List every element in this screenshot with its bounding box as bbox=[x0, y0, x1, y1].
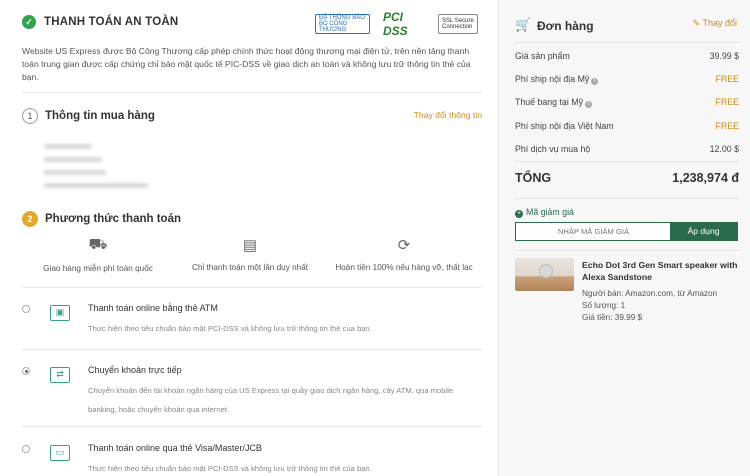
feature-free-shipping: ⛟ Giao hàng miễn phí toàn quốc bbox=[43, 236, 153, 273]
divider bbox=[515, 42, 739, 43]
security-badges: ĐÃ THÔNG BÁO BỘ CÔNG THƯƠNG PCI DSS SSL … bbox=[315, 10, 478, 38]
info-icon[interactable]: i bbox=[584, 101, 592, 108]
atm-card-icon: ▣ bbox=[50, 305, 70, 321]
checkout-panel: ✓ THANH TOÁN AN TOÀN ĐÃ THÔNG BÁO BỘ CÔN… bbox=[0, 0, 498, 476]
product-seller: Người bán: Amazon.com, từ Amazon bbox=[582, 289, 718, 298]
order-summary-panel: 🛒 Đơn hàng ✎ Thay đổi Giá sản phẩm 39.99… bbox=[498, 0, 750, 476]
payment-option-desc: Chuyển khoản đến tài khoản ngân hàng của… bbox=[88, 386, 454, 414]
total-label: TỔNG bbox=[515, 171, 552, 185]
row-value: 12.00 $ bbox=[709, 144, 739, 154]
row-value: 39.99 $ bbox=[709, 51, 739, 61]
refund-icon: ⟳ bbox=[397, 237, 411, 254]
truck-icon: ⛟ bbox=[88, 236, 108, 253]
plus-icon: + bbox=[515, 210, 523, 218]
row-value: FREE bbox=[715, 97, 739, 107]
safe-payment-description: Website US Express được Bộ Công Thương c… bbox=[22, 46, 471, 82]
divider bbox=[22, 426, 482, 427]
feature-pay-once: ▤ Chỉ thanh toán một lần duy nhất bbox=[191, 237, 309, 272]
redacted-buyer-info bbox=[44, 144, 148, 196]
check-circle-icon: ✓ bbox=[22, 15, 36, 29]
cart-icon: 🛒 bbox=[515, 17, 532, 32]
row-label: Phí dịch vụ mua hộ bbox=[515, 144, 591, 154]
bct-registered-badge: ĐÃ THÔNG BÁO BỘ CÔNG THƯƠNG bbox=[315, 14, 370, 34]
safe-payment-title: THANH TOÁN AN TOÀN bbox=[44, 16, 179, 28]
payment-option-atm[interactable]: ▣ Thanh toán online bằng thẻ ATM Thực hi… bbox=[22, 303, 482, 339]
divider bbox=[22, 349, 482, 350]
coupon-input[interactable] bbox=[516, 223, 671, 240]
row-value: FREE bbox=[715, 121, 739, 131]
apply-coupon-button[interactable]: Áp dụng bbox=[670, 223, 737, 240]
payment-option-title: Chuyển khoản trực tiếp bbox=[88, 365, 182, 375]
step-number: 1 bbox=[22, 108, 38, 124]
pci-dss-badge: PCI DSS bbox=[380, 10, 428, 38]
product-quantity: Số lượng: 1 bbox=[582, 301, 626, 310]
coupon-link-label: Mã giảm giá bbox=[526, 207, 574, 217]
divider bbox=[22, 287, 482, 288]
price-row-us-tax: Thuế bang tại Mỹ i FREE bbox=[515, 97, 739, 108]
product-price: Giá tiền: 39.99 $ bbox=[582, 313, 643, 322]
payment-option-title: Thanh toán online qua thẻ Visa/Master/JC… bbox=[88, 443, 262, 453]
document-icon: ▤ bbox=[242, 237, 258, 254]
payment-option-title: Thanh toán online bằng thẻ ATM bbox=[88, 303, 218, 313]
ssl-badge: SSL Secure Connection bbox=[438, 14, 478, 34]
buyer-info-title: Thông tin mua hàng bbox=[45, 110, 155, 122]
payment-option-desc: Thực hiện theo tiêu chuẩn bảo mật PCI-DS… bbox=[88, 324, 372, 333]
divider bbox=[515, 250, 739, 251]
coupon-form: Áp dụng bbox=[515, 222, 738, 241]
coupon-toggle-link[interactable]: + Mã giảm giá bbox=[515, 207, 574, 218]
step-number: 2 bbox=[22, 211, 38, 227]
payment-option-transfer[interactable]: ⇄ Chuyển khoản trực tiếp Chuyển khoản đế… bbox=[22, 365, 482, 414]
order-title: Đơn hàng bbox=[537, 19, 594, 33]
change-info-link[interactable]: Thay đổi thông tin bbox=[414, 110, 482, 120]
total-value: 1,238,974 đ bbox=[672, 171, 739, 185]
payment-option-visa[interactable]: ▭ Thanh toán online qua thẻ Visa/Master/… bbox=[22, 443, 482, 476]
payment-method-section: 2 Phương thức thanh toán bbox=[22, 211, 181, 227]
row-label: Thuế bang tại Mỹ bbox=[515, 97, 583, 107]
order-total: TỔNG 1,238,974 đ bbox=[515, 171, 739, 185]
visa-radio[interactable] bbox=[22, 445, 30, 453]
feature-refund: ⟳ Hoàn tiền 100% nếu hàng vỡ, thất lạc bbox=[335, 237, 473, 272]
buyer-info-section: 1 Thông tin mua hàng bbox=[22, 108, 155, 124]
divider bbox=[515, 161, 739, 162]
transfer-radio[interactable] bbox=[22, 367, 30, 375]
price-row-product: Giá sản phẩm 39.99 $ bbox=[515, 51, 739, 61]
atm-radio[interactable] bbox=[22, 305, 30, 313]
row-label: Giá sản phẩm bbox=[515, 51, 570, 61]
row-value: FREE bbox=[715, 74, 739, 84]
price-row-us-shipping: Phí ship nội địa Mỹ i FREE bbox=[515, 74, 739, 85]
row-label: Phí ship nội địa Việt Nam bbox=[515, 121, 614, 131]
bank-transfer-icon: ⇄ bbox=[50, 367, 70, 383]
payment-option-desc: Thực hiện theo tiêu chuẩn bảo mật PCI-DS… bbox=[88, 464, 372, 473]
edit-order-link[interactable]: ✎ Thay đổi bbox=[693, 18, 737, 29]
row-label: Phí ship nội địa Mỹ bbox=[515, 74, 590, 84]
product-image bbox=[515, 258, 574, 291]
echo-dot-shape bbox=[539, 264, 553, 278]
payment-method-title: Phương thức thanh toán bbox=[45, 213, 181, 225]
divider bbox=[22, 92, 482, 93]
edit-order-label: Thay đổi bbox=[702, 18, 737, 28]
divider bbox=[515, 198, 739, 199]
price-row-vn-shipping: Phí ship nội địa Việt Nam FREE bbox=[515, 121, 739, 131]
benefit-features: ⛟ Giao hàng miễn phí toàn quốc ▤ Chỉ tha… bbox=[22, 236, 482, 278]
credit-card-icon: ▭ bbox=[50, 445, 70, 461]
price-row-service-fee: Phí dịch vụ mua hộ 12.00 $ bbox=[515, 144, 739, 154]
product-name[interactable]: Echo Dot 3rd Gen Smart speaker with Alex… bbox=[582, 259, 742, 283]
info-icon[interactable]: i bbox=[591, 78, 599, 85]
safe-payment-header: ✓ THANH TOÁN AN TOÀN bbox=[22, 15, 178, 29]
